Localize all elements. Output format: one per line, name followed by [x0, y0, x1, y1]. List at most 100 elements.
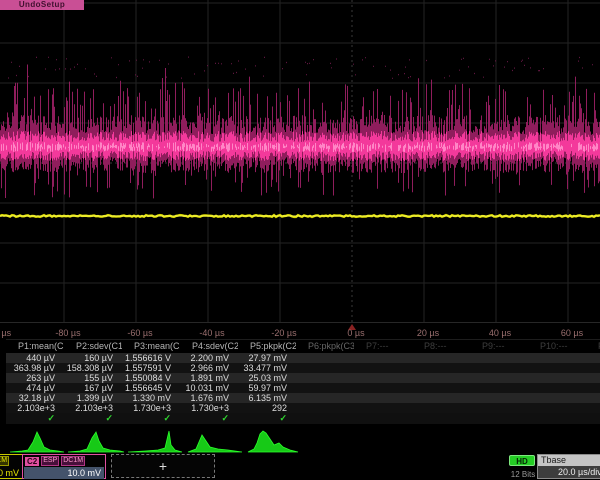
table-cell	[586, 403, 600, 413]
oscilloscope-screen: UndoSetup -100 µs -80 µs -60 µs -40 µs -20 µ…	[0, 0, 600, 480]
table-cell: 474 µV	[6, 383, 64, 393]
param-header[interactable]: P3:mean(C2)	[122, 340, 180, 353]
param-header[interactable]: P5:pkpk(C2)	[238, 340, 296, 353]
table-cell: 1.399 µV	[64, 393, 122, 403]
table-cell	[354, 403, 412, 413]
table-cell	[470, 393, 528, 403]
histicon-p4	[188, 435, 242, 452]
table-cell: 27.97 mV	[238, 353, 296, 363]
timebase-value: 20.0 µs/div	[538, 466, 600, 478]
axis-label: 40 µs	[489, 328, 511, 338]
table-cell: 1.556645 V	[122, 383, 180, 393]
table-cell	[528, 363, 586, 373]
table-cell: 1.330 mV	[122, 393, 180, 403]
c2-scale-value: 10.0 mV	[24, 467, 104, 479]
axis-label: 20 µs	[417, 328, 439, 338]
timebase-axis: -100 µs-80 µs-60 µs-40 µs-20 µs0 µs20 µs…	[0, 322, 600, 340]
c2-esp-badge: ESP	[41, 456, 59, 466]
hd-mode-badge[interactable]: HD	[509, 455, 535, 466]
table-cell	[412, 383, 470, 393]
table-cell: 59.97 mV	[238, 383, 296, 393]
undo-setup-button[interactable]: UndoSetup	[0, 0, 84, 10]
table-cell: 2.200 mV	[180, 353, 238, 363]
table-cell	[296, 353, 354, 363]
table-cell	[470, 403, 528, 413]
timebase-title: Tbase	[538, 455, 600, 466]
axis-label: -100 µs	[0, 328, 11, 338]
table-cell	[470, 383, 528, 393]
table-cell	[470, 363, 528, 373]
table-cell: 10.031 mV	[180, 383, 238, 393]
histicon-p2	[68, 432, 124, 452]
param-header[interactable]: P1:mean(C1)	[6, 340, 64, 353]
table-cell: 263 µV	[6, 373, 64, 383]
param-header[interactable]: P9:---	[470, 340, 528, 353]
channel-c1-descriptor[interactable]: C1 DC1M 10.0 mV	[0, 454, 23, 479]
table-cell	[296, 363, 354, 373]
param-header[interactable]: P8:---	[412, 340, 470, 353]
param-header[interactable]: P2:sdev(C1)	[64, 340, 122, 353]
table-cell	[296, 393, 354, 403]
table-cell	[412, 363, 470, 373]
table-cell	[528, 403, 586, 413]
table-cell: 1.730e+3	[122, 403, 180, 413]
c2-label: C2	[25, 457, 39, 466]
table-cell	[470, 353, 528, 363]
table-cell	[354, 383, 412, 393]
table-cell	[586, 353, 600, 363]
axis-label: -80 µs	[55, 328, 80, 338]
param-header[interactable]: P4:sdev(C2)	[180, 340, 238, 353]
table-cell	[354, 373, 412, 383]
table-cell: 1.557591 V	[122, 363, 180, 373]
table-cell	[412, 373, 470, 383]
add-trace-button[interactable]: +	[111, 454, 215, 478]
param-header[interactable]: P7:---	[354, 340, 412, 353]
histicon-p5	[248, 431, 298, 452]
c1-coupling-badge: DC1M	[0, 456, 9, 466]
measure-table: P1:mean(C1)P2:sdev(C1)P3:mean(C2)P4:sdev…	[6, 339, 600, 424]
table-cell: 292	[238, 403, 296, 413]
timebase-descriptor[interactable]: Tbase 20.0 µs/div	[537, 454, 600, 479]
table-cell: 2.966 mV	[180, 363, 238, 373]
table-cell: 158.308 µV	[64, 363, 122, 373]
histicon-p1	[10, 432, 64, 452]
table-cell	[354, 353, 412, 363]
param-header[interactable]: P10:---	[528, 340, 586, 353]
axis-label: -20 µs	[271, 328, 296, 338]
c2-trace-peak-dots	[9, 57, 593, 79]
axis-label: 60 µs	[561, 328, 583, 338]
table-cell: 32.18 µV	[6, 393, 64, 403]
table-cell	[586, 373, 600, 383]
table-cell: 363.98 µV	[6, 363, 64, 373]
table-cell: 167 µV	[64, 383, 122, 393]
param-header[interactable]: P11:---	[586, 340, 600, 353]
waveform-grid-area[interactable]	[0, 0, 600, 322]
table-cell	[586, 363, 600, 373]
table-cell	[470, 373, 528, 383]
axis-label: -40 µs	[199, 328, 224, 338]
histicon-p3	[128, 431, 182, 452]
table-cell: 155 µV	[64, 373, 122, 383]
table-cell: 33.477 mV	[238, 363, 296, 373]
descriptor-bar: C1 DC1M 10.0 mV C2 ESP DC1M 10.0 mV + HD…	[0, 454, 600, 480]
c2-trace-spikes	[1, 65, 600, 199]
table-cell: 1.556616 V	[122, 353, 180, 363]
table-cell: 2.103e+3	[64, 403, 122, 413]
table-cell: 1.891 mV	[180, 373, 238, 383]
table-cell	[296, 373, 354, 383]
c2-coupling-badge: DC1M	[61, 456, 85, 466]
plus-icon: +	[159, 458, 167, 474]
table-cell: 2.103e+3	[6, 403, 64, 413]
table-cell	[528, 373, 586, 383]
axis-label: -60 µs	[127, 328, 152, 338]
param-header[interactable]: P6:pkpk(C3)	[296, 340, 354, 353]
table-cell	[412, 393, 470, 403]
table-cell: 440 µV	[6, 353, 64, 363]
table-cell	[586, 393, 600, 403]
table-cell: 1.730e+3	[180, 403, 238, 413]
table-cell: 6.135 mV	[238, 393, 296, 403]
c1-scale-value: 10.0 mV	[0, 467, 22, 479]
table-cell	[412, 353, 470, 363]
channel-c2-descriptor[interactable]: C2 ESP DC1M 10.0 mV	[22, 454, 106, 479]
table-cell: 1.550084 V	[122, 373, 180, 383]
